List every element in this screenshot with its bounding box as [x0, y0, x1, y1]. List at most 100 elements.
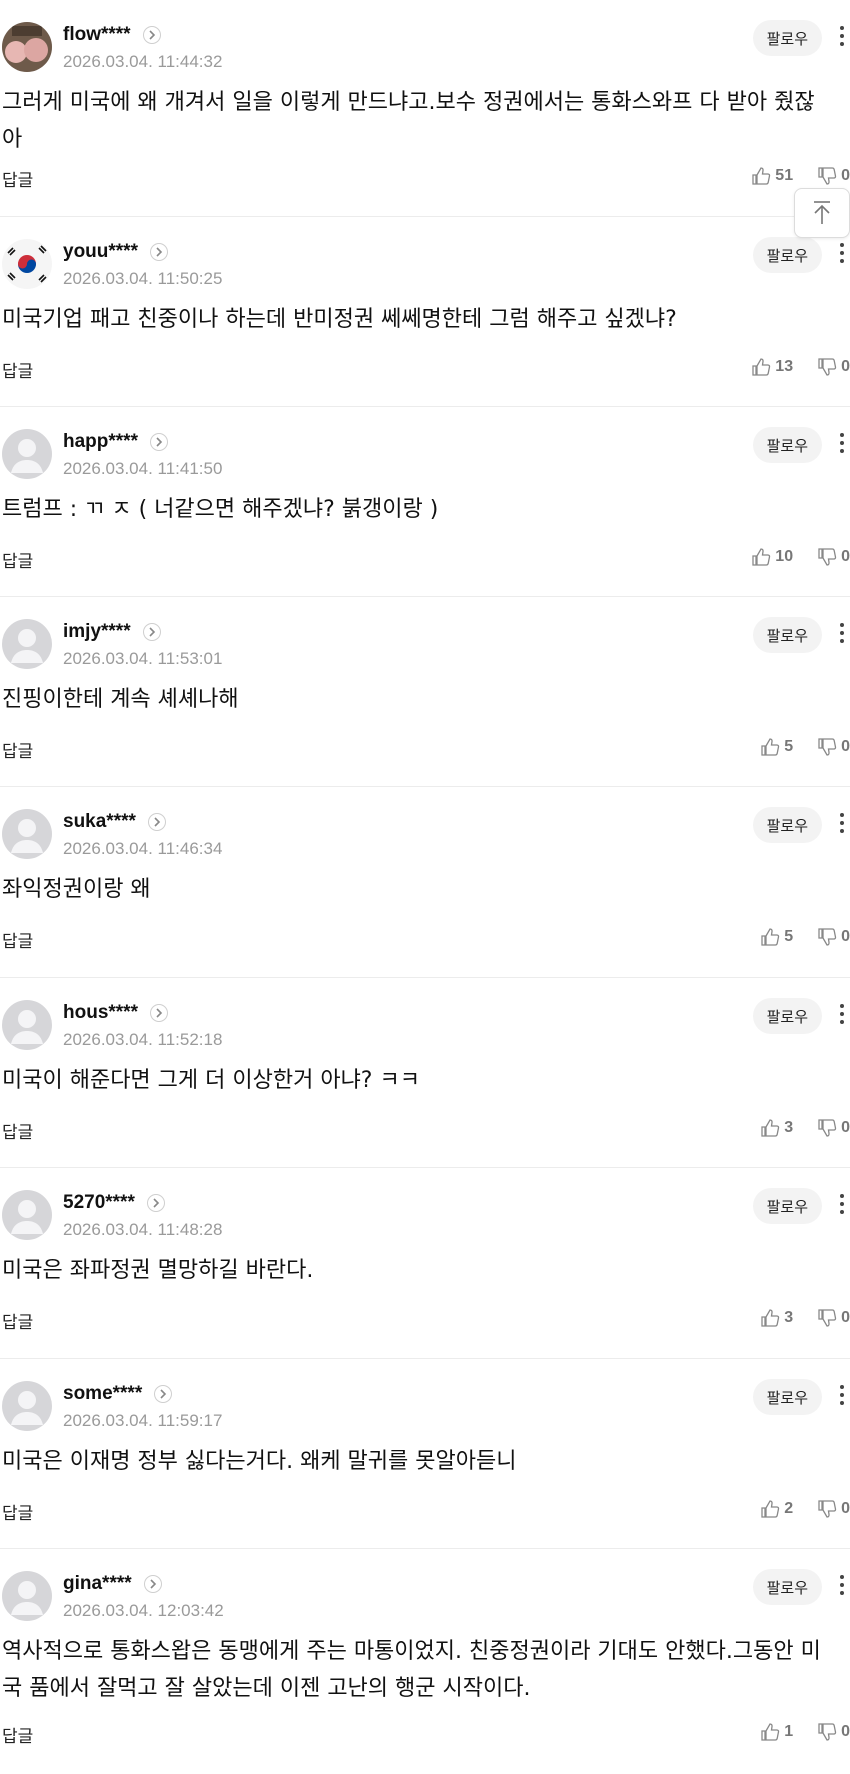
chevron-right-icon[interactable] [142, 26, 161, 44]
like-button[interactable]: 3 [760, 1308, 793, 1328]
thumbs-up-icon [761, 1119, 780, 1137]
comment-item: imjy**** 2026.03.04. 11:53:01 팔로우 진핑이한테 … [0, 597, 850, 787]
reply-button[interactable]: 답글 [2, 1722, 33, 1747]
vote-group: 13 0 [751, 357, 850, 377]
comment-date: 2026.03.04. 11:46:34 [63, 839, 223, 858]
chevron-right-icon[interactable] [147, 813, 166, 831]
comment-date: 2026.03.04. 11:52:18 [63, 1030, 223, 1049]
more-options-icon[interactable] [838, 26, 846, 50]
chevron-right-icon[interactable] [149, 243, 168, 261]
like-button[interactable]: 5 [760, 737, 793, 757]
dislike-button[interactable]: 0 [817, 1118, 850, 1138]
follow-button[interactable]: 팔로우 [752, 427, 822, 463]
dislike-button[interactable]: 0 [817, 166, 850, 186]
avatar[interactable] [2, 1571, 52, 1621]
comment-text: 진핑이한테 계속 셰셰나해 [2, 687, 239, 712]
like-button[interactable]: 1 [760, 1722, 793, 1742]
reply-button[interactable]: 답글 [2, 1499, 33, 1524]
comment-item: happ**** 2026.03.04. 11:41:50 팔로우 트럼프 : … [0, 407, 850, 597]
dislike-button[interactable]: 0 [817, 547, 850, 567]
thumbs-up-icon [761, 1723, 780, 1741]
default-avatar-icon [11, 819, 43, 853]
more-options-icon[interactable] [838, 433, 846, 457]
dislike-count: 0 [841, 358, 850, 375]
like-count: 51 [775, 167, 794, 184]
more-options-icon[interactable] [838, 243, 846, 267]
comment-date: 2026.03.04. 12:03:42 [63, 1601, 224, 1620]
more-options-icon[interactable] [838, 623, 846, 647]
chevron-right-icon[interactable] [149, 1004, 168, 1022]
comment-item: 5270**** 2026.03.04. 11:48:28 팔로우 미국은 좌파… [0, 1168, 850, 1359]
thumbs-up-icon [761, 928, 780, 946]
avatar[interactable] [2, 22, 52, 72]
thumbs-down-icon [818, 738, 837, 756]
thumbs-down-icon [818, 1119, 837, 1137]
like-button[interactable]: 13 [751, 357, 793, 377]
reply-button[interactable]: 답글 [2, 737, 33, 762]
author-name[interactable]: gina**** [63, 1573, 132, 1595]
more-options-icon[interactable] [838, 1004, 846, 1028]
more-options-icon[interactable] [838, 1194, 846, 1218]
reply-button[interactable]: 답글 [2, 547, 33, 572]
follow-button[interactable]: 팔로우 [752, 998, 822, 1034]
default-avatar-icon [11, 1010, 43, 1044]
avatar[interactable] [2, 809, 52, 859]
arrow-up-icon [814, 201, 830, 224]
follow-button[interactable]: 팔로우 [752, 617, 822, 653]
thumbs-down-icon [818, 928, 837, 946]
follow-button[interactable]: 팔로우 [752, 1188, 822, 1224]
reply-button[interactable]: 답글 [2, 166, 33, 191]
reply-button[interactable]: 답글 [2, 927, 33, 952]
comment-date: 2026.03.04. 11:44:32 [63, 52, 223, 71]
dislike-button[interactable]: 0 [817, 737, 850, 757]
follow-button[interactable]: 팔로우 [752, 1569, 822, 1605]
chevron-right-icon[interactable] [146, 1194, 165, 1212]
thumbs-up-icon [761, 1309, 780, 1327]
author-name[interactable]: imjy**** [63, 621, 131, 643]
avatar[interactable] [2, 1190, 52, 1240]
thumbs-up-icon [761, 738, 780, 756]
comment-date: 2026.03.04. 11:50:25 [63, 269, 223, 288]
more-options-icon[interactable] [838, 1575, 846, 1599]
dislike-button[interactable]: 0 [817, 927, 850, 947]
vote-group: 2 0 [760, 1499, 850, 1519]
chevron-right-icon[interactable] [143, 1575, 162, 1593]
thumbs-up-icon [752, 548, 771, 566]
thumbs-down-icon [818, 1723, 837, 1741]
author-name[interactable]: hous**** [63, 1002, 138, 1024]
reply-button[interactable]: 답글 [2, 1118, 33, 1143]
follow-button[interactable]: 팔로우 [752, 1379, 822, 1415]
like-button[interactable]: 3 [760, 1118, 793, 1138]
scroll-to-top-button[interactable] [794, 188, 850, 238]
more-options-icon[interactable] [838, 813, 846, 837]
reply-button[interactable]: 답글 [2, 357, 33, 382]
chevron-right-icon[interactable] [149, 433, 168, 451]
author-name[interactable]: happ**** [63, 431, 138, 453]
avatar[interactable] [2, 239, 52, 289]
dislike-button[interactable]: 0 [817, 1308, 850, 1328]
chevron-right-icon[interactable] [154, 1385, 173, 1403]
reply-button[interactable]: 답글 [2, 1308, 33, 1333]
author-name[interactable]: 5270**** [63, 1192, 135, 1214]
follow-button[interactable]: 팔로우 [752, 237, 822, 273]
like-button[interactable]: 5 [760, 927, 793, 947]
avatar[interactable] [2, 1000, 52, 1050]
author-name[interactable]: some**** [63, 1383, 142, 1405]
chevron-right-icon[interactable] [142, 623, 161, 641]
follow-button[interactable]: 팔로우 [752, 807, 822, 843]
follow-button[interactable]: 팔로우 [752, 20, 822, 56]
author-name[interactable]: youu**** [63, 241, 138, 263]
like-button[interactable]: 51 [751, 166, 793, 186]
dislike-button[interactable]: 0 [817, 1722, 850, 1742]
author-name[interactable]: flow**** [63, 24, 131, 46]
avatar[interactable] [2, 1381, 52, 1431]
comment-item: suka**** 2026.03.04. 11:46:34 팔로우 좌익정권이랑… [0, 787, 850, 978]
more-options-icon[interactable] [838, 1385, 846, 1409]
like-button[interactable]: 10 [751, 547, 793, 567]
dislike-button[interactable]: 0 [817, 1499, 850, 1519]
avatar[interactable] [2, 619, 52, 669]
avatar[interactable] [2, 429, 52, 479]
like-button[interactable]: 2 [760, 1499, 793, 1519]
dislike-button[interactable]: 0 [817, 357, 850, 377]
author-name[interactable]: suka**** [63, 811, 136, 833]
